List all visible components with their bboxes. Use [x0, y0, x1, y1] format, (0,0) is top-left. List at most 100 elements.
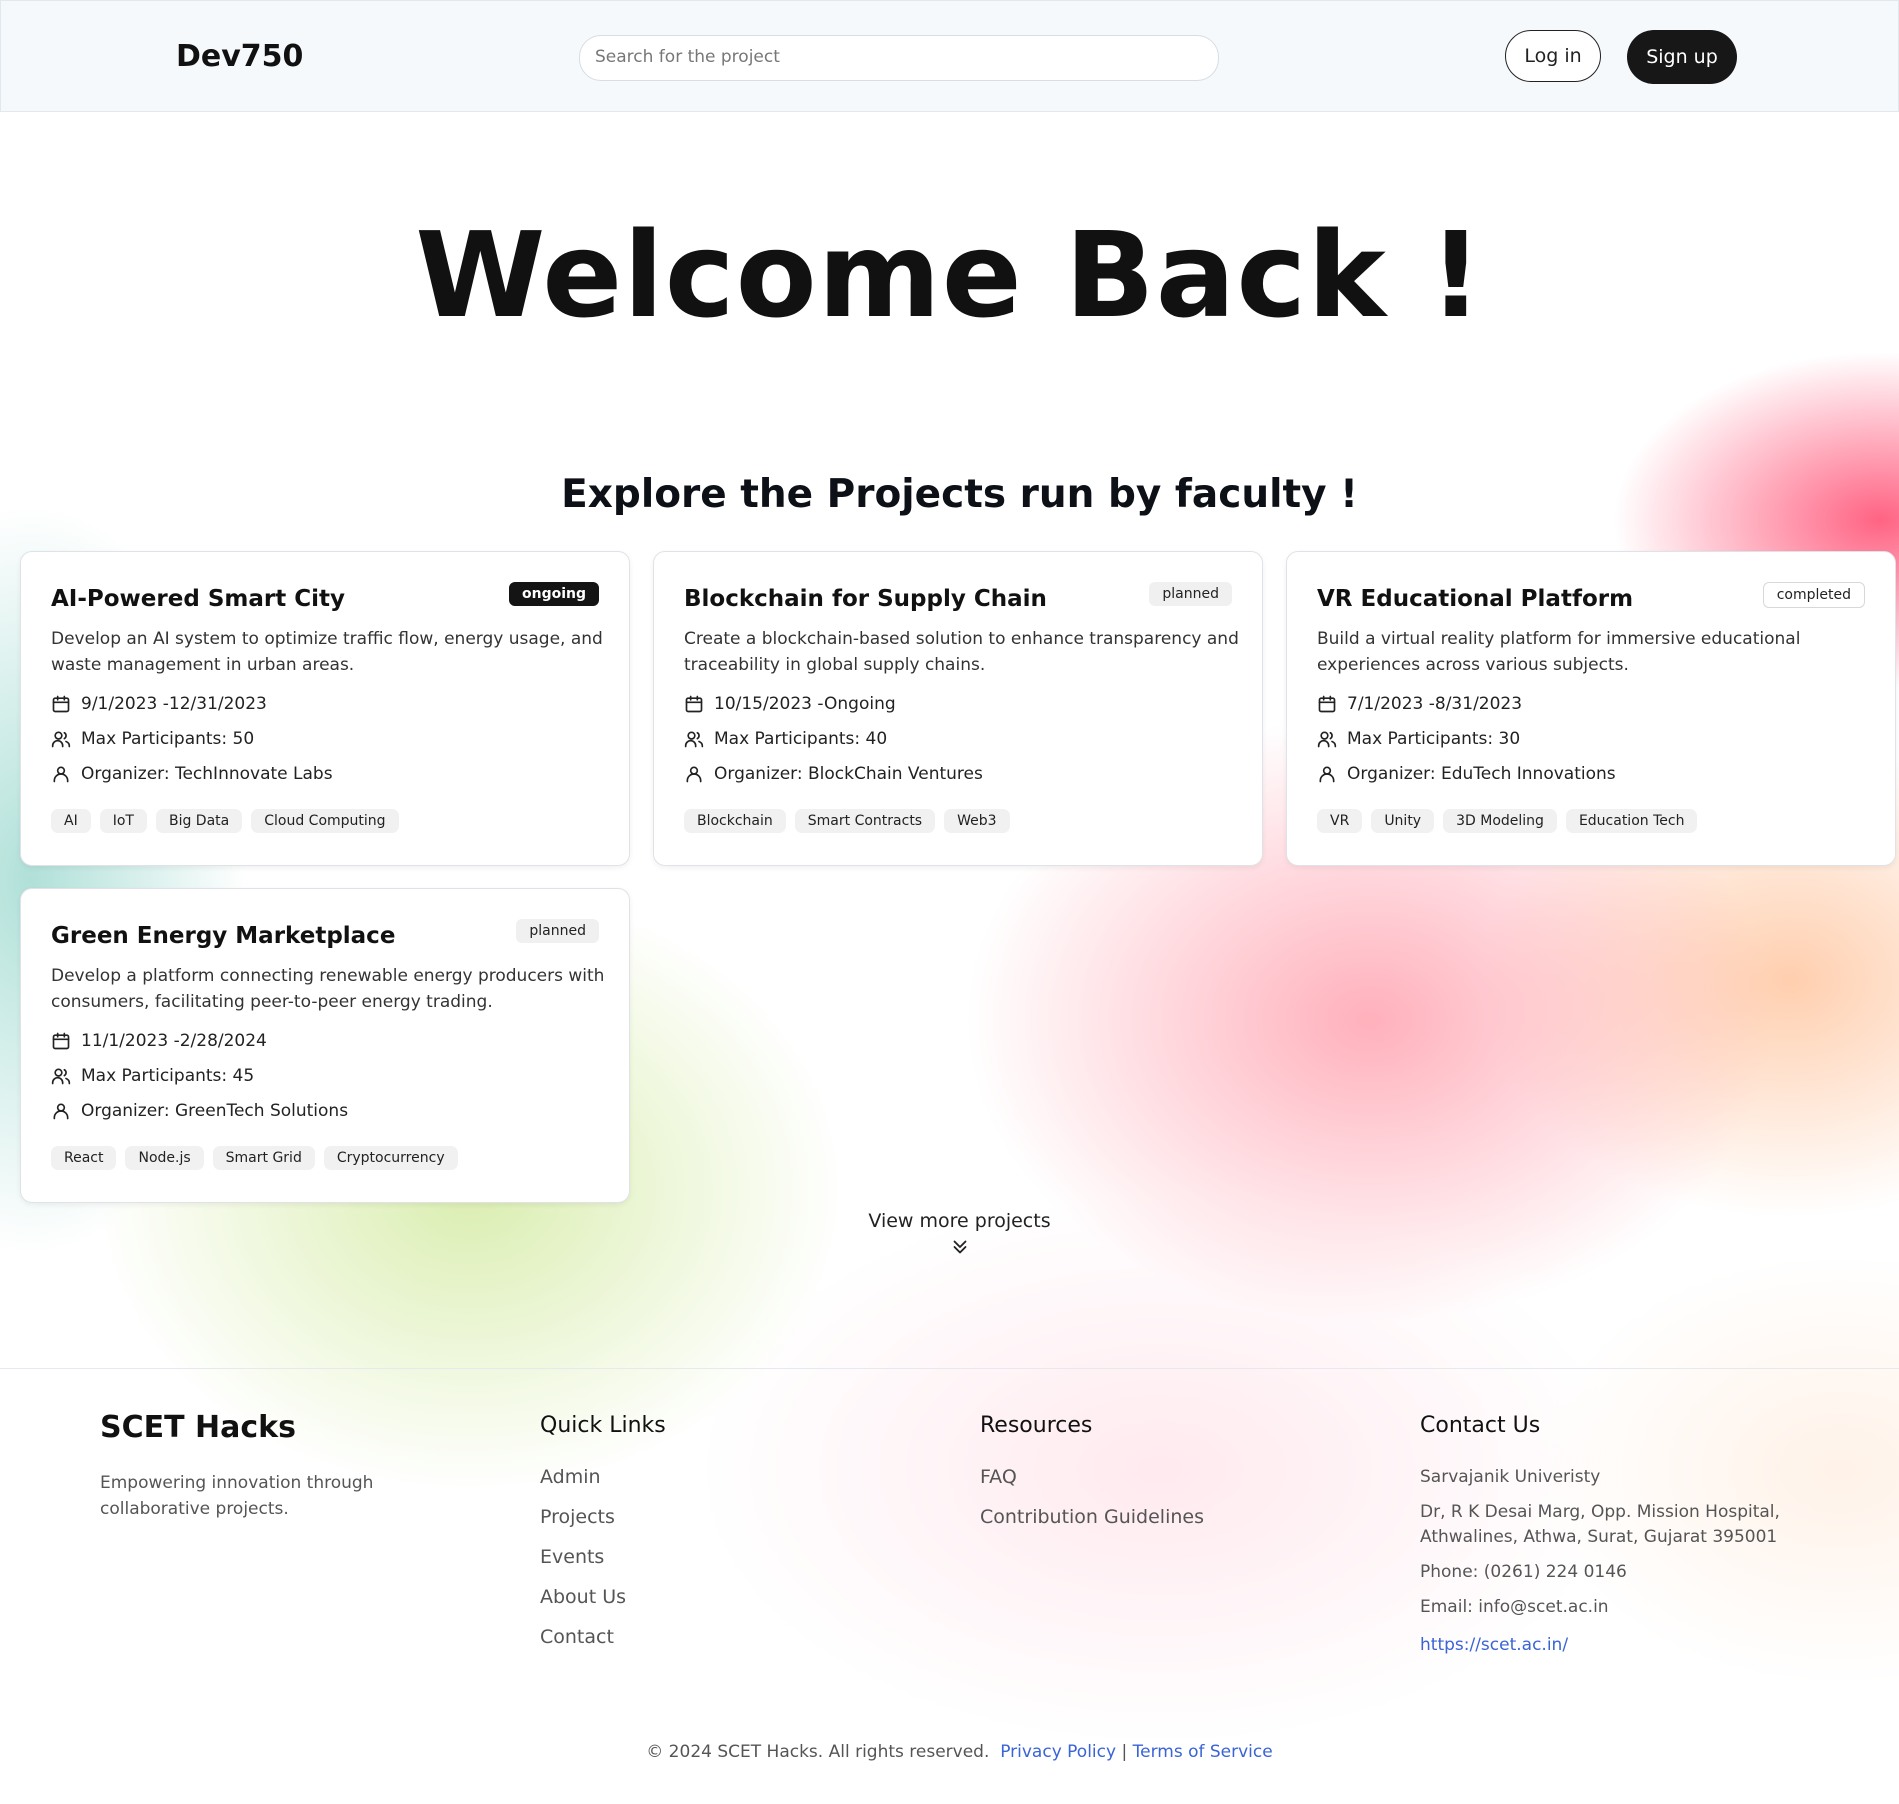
users-icon	[51, 731, 71, 748]
quick-links-title: Quick Links	[540, 1413, 666, 1438]
quick-links-list: Admin Projects Events About Us Contact	[540, 1466, 626, 1666]
project-description: Develop an AI system to optimize traffic…	[51, 629, 603, 675]
tag: Cloud Computing	[251, 809, 399, 833]
users-icon	[684, 731, 704, 748]
privacy-policy-link[interactable]: Privacy Policy	[1000, 1742, 1116, 1762]
terms-of-service-link[interactable]: Terms of Service	[1133, 1742, 1273, 1762]
double-chevron-down-icon	[953, 1240, 966, 1254]
resources-list: FAQ Contribution Guidelines	[980, 1466, 1204, 1546]
organizer-text: Organizer: EduTech Innovations	[1347, 764, 1616, 784]
project-max-participants: Max Participants: 40	[684, 729, 887, 749]
status-badge: ongoing	[508, 582, 599, 606]
users-icon	[51, 1068, 71, 1085]
organizer-text: Organizer: GreenTech Solutions	[81, 1101, 349, 1121]
search-box	[579, 35, 1219, 81]
project-title: VR Educational Platform	[1317, 586, 1634, 612]
project-max-participants: Max Participants: 45	[51, 1066, 254, 1086]
project-organizer: Organizer: GreenTech Solutions	[51, 1101, 348, 1121]
status-badge: planned	[1149, 582, 1232, 606]
signup-button[interactable]: Sign up	[1627, 30, 1737, 84]
contact-phone: Phone: (0261) 224 0146	[1420, 1562, 1627, 1582]
project-title: Green Energy Marketplace	[51, 923, 396, 949]
tag: IoT	[99, 809, 147, 833]
contact-title: Contact Us	[1420, 1413, 1541, 1438]
tag-list: VR Unity 3D Modeling Education Tech	[1317, 809, 1698, 833]
tag: Smart Contracts	[794, 809, 936, 833]
footer-link-projects[interactable]: Projects	[540, 1506, 626, 1546]
tag: 3D Modeling	[1443, 809, 1557, 833]
project-dates: 11/1/2023 -2/28/2024	[51, 1031, 267, 1051]
project-title: Blockchain for Supply Chain	[684, 586, 1047, 612]
footer-link-admin[interactable]: Admin	[540, 1466, 626, 1506]
project-dates: 10/15/2023 -Ongoing	[684, 694, 896, 714]
website-link[interactable]: https://scet.ac.in/	[1420, 1635, 1568, 1655]
tag: AI	[51, 809, 91, 833]
user-icon	[53, 766, 69, 783]
projects-section-title: Explore the Projects run by faculty !	[561, 472, 1358, 517]
project-card[interactable]: Blockchain for Supply Chain planned Crea…	[653, 551, 1263, 866]
contact-email: Email: info@scet.ac.in	[1420, 1597, 1609, 1617]
project-dates: 9/1/2023 -12/31/2023	[51, 694, 267, 714]
project-max-participants: Max Participants: 30	[1317, 729, 1520, 749]
footer-link-contribution-guidelines[interactable]: Contribution Guidelines	[980, 1506, 1204, 1546]
max-participants-text: Max Participants: 50	[81, 729, 255, 749]
tag: Unity	[1371, 809, 1435, 833]
separator: |	[1121, 1742, 1128, 1762]
status-badge: completed	[1762, 582, 1865, 608]
view-more-projects-link[interactable]: View more projects	[0, 1210, 1899, 1258]
status-badge: planned	[516, 919, 599, 943]
tag: Education Tech	[1565, 809, 1698, 833]
project-card[interactable]: AI-Powered Smart City ongoing Develop an…	[20, 551, 630, 866]
top-navbar: Dev750 Log in Sign up	[0, 0, 1899, 112]
resources-title: Resources	[980, 1413, 1093, 1438]
contact-website: https://scet.ac.in/	[1420, 1633, 1568, 1658]
max-participants-text: Max Participants: 45	[81, 1066, 255, 1086]
footer-link-faq[interactable]: FAQ	[980, 1466, 1204, 1506]
tag: VR	[1317, 809, 1363, 833]
login-button[interactable]: Log in	[1505, 30, 1601, 82]
tag: Blockchain	[684, 809, 786, 833]
project-description: Develop a platform connecting renewable …	[51, 966, 605, 1012]
dates-text: 10/15/2023 -Ongoing	[714, 694, 896, 714]
tag-list: Blockchain Smart Contracts Web3	[684, 809, 1010, 833]
organizer-text: Organizer: BlockChain Ventures	[714, 764, 983, 784]
dates-text: 7/1/2023 -8/31/2023	[1347, 694, 1523, 714]
tag: Smart Grid	[212, 1146, 315, 1170]
contact-organization: Sarvajanik Univeristy	[1420, 1467, 1601, 1487]
organizer-text: Organizer: TechInnovate Labs	[81, 764, 333, 784]
project-card[interactable]: Green Energy Marketplace planned Develop…	[20, 888, 630, 1203]
user-icon	[53, 1103, 69, 1120]
project-dates: 7/1/2023 -8/31/2023	[1317, 694, 1522, 714]
tag: Big Data	[155, 809, 243, 833]
project-title: AI-Powered Smart City	[51, 586, 345, 612]
project-organizer: Organizer: EduTech Innovations	[1317, 764, 1616, 784]
project-card[interactable]: VR Educational Platform completed Build …	[1286, 551, 1896, 866]
tag: Web3	[944, 809, 1010, 833]
tag: Cryptocurrency	[323, 1146, 458, 1170]
footer-link-about[interactable]: About Us	[540, 1586, 626, 1626]
project-max-participants: Max Participants: 50	[51, 729, 254, 749]
calendar-icon	[52, 695, 70, 713]
user-icon	[686, 766, 702, 783]
max-participants-text: Max Participants: 30	[1347, 729, 1521, 749]
project-description: Build a virtual reality platform for imm…	[1317, 629, 1801, 675]
project-organizer: Organizer: TechInnovate Labs	[51, 764, 333, 784]
tag: Node.js	[125, 1146, 204, 1170]
footer-divider	[0, 1368, 1899, 1369]
tag: React	[51, 1146, 117, 1170]
view-more-label: View more projects	[868, 1210, 1051, 1232]
users-icon	[1317, 731, 1337, 748]
tag-list: React Node.js Smart Grid Cryptocurrency	[51, 1146, 458, 1170]
site-logo[interactable]: Dev750	[176, 39, 303, 74]
hero-title: Welcome Back !	[415, 206, 1484, 344]
search-input[interactable]	[580, 36, 1195, 78]
calendar-icon	[52, 1032, 70, 1050]
project-description: Create a blockchain-based solution to en…	[684, 629, 1239, 675]
contact-address: Dr, R K Desai Marg, Opp. Mission Hospita…	[1420, 1502, 1780, 1547]
footer-link-events[interactable]: Events	[540, 1546, 626, 1586]
calendar-icon	[1318, 695, 1336, 713]
footer-brand: SCET Hacks	[100, 1410, 296, 1445]
footer-link-contact[interactable]: Contact	[540, 1626, 626, 1666]
copyright-text: © 2024 SCET Hacks. All rights reserved.	[646, 1742, 990, 1762]
user-icon	[1319, 766, 1335, 783]
